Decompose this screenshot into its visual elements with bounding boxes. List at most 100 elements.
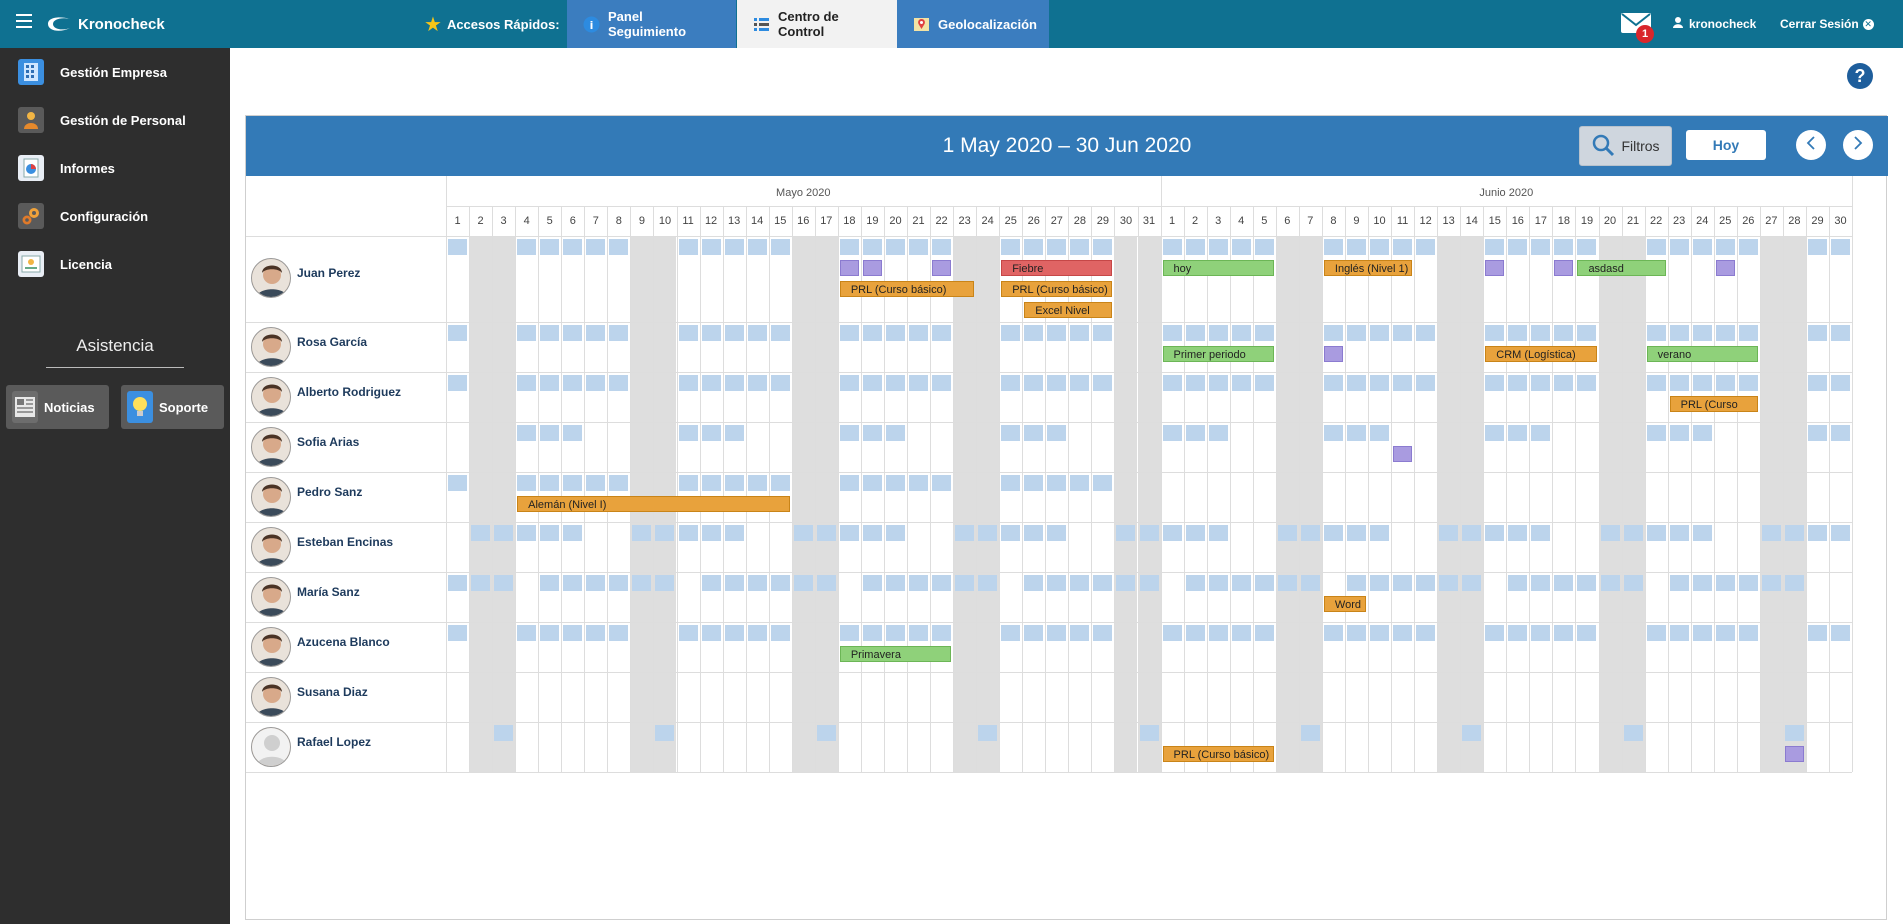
availability-mark[interactable] (1070, 475, 1090, 491)
availability-mark[interactable] (1692, 625, 1712, 641)
availability-mark[interactable] (448, 325, 468, 341)
availability-mark[interactable] (1646, 625, 1666, 641)
availability-mark[interactable] (816, 525, 836, 541)
calendar-event[interactable]: Primer periodo (1162, 346, 1274, 362)
availability-mark[interactable] (1485, 239, 1505, 255)
availability-mark[interactable] (540, 425, 560, 441)
availability-mark[interactable] (862, 475, 882, 491)
availability-mark[interactable] (1807, 325, 1827, 341)
absence-mark[interactable] (862, 260, 882, 276)
availability-mark[interactable] (678, 325, 698, 341)
calendar-event[interactable]: CRM (Logística) (1485, 346, 1597, 362)
availability-mark[interactable] (1185, 425, 1205, 441)
availability-mark[interactable] (701, 575, 721, 591)
availability-mark[interactable] (1024, 625, 1044, 641)
availability-mark[interactable] (563, 239, 583, 255)
availability-mark[interactable] (1139, 725, 1159, 741)
person-name[interactable]: Sofia Arias (297, 435, 359, 449)
availability-mark[interactable] (770, 375, 790, 391)
availability-mark[interactable] (1738, 325, 1758, 341)
availability-mark[interactable] (517, 525, 537, 541)
availability-mark[interactable] (517, 239, 537, 255)
availability-mark[interactable] (1024, 575, 1044, 591)
availability-mark[interactable] (1370, 425, 1390, 441)
help-icon[interactable]: ? (1847, 63, 1873, 89)
availability-mark[interactable] (1784, 725, 1804, 741)
absence-mark[interactable] (1323, 346, 1343, 362)
availability-mark[interactable] (1093, 475, 1113, 491)
availability-mark[interactable] (1600, 575, 1620, 591)
sidebar-item-gestion-empresa[interactable]: Gestión Empresa (0, 50, 230, 94)
availability-mark[interactable] (932, 475, 952, 491)
availability-mark[interactable] (1093, 625, 1113, 641)
availability-mark[interactable] (747, 575, 767, 591)
availability-mark[interactable] (1531, 325, 1551, 341)
availability-mark[interactable] (1831, 425, 1851, 441)
logo[interactable]: Kronocheck (44, 11, 165, 37)
availability-mark[interactable] (1831, 625, 1851, 641)
availability-mark[interactable] (1715, 375, 1735, 391)
person-name[interactable]: Rosa García (297, 335, 367, 349)
availability-mark[interactable] (655, 575, 675, 591)
availability-mark[interactable] (1370, 575, 1390, 591)
availability-mark[interactable] (1738, 625, 1758, 641)
availability-mark[interactable] (632, 575, 652, 591)
availability-mark[interactable] (1715, 575, 1735, 591)
calendar-event[interactable]: Primavera (839, 646, 952, 662)
availability-mark[interactable] (1807, 625, 1827, 641)
availability-mark[interactable] (909, 325, 929, 341)
absence-mark[interactable] (1554, 260, 1574, 276)
availability-mark[interactable] (1623, 525, 1643, 541)
availability-mark[interactable] (1416, 239, 1436, 255)
availability-mark[interactable] (1047, 425, 1067, 441)
availability-mark[interactable] (1531, 375, 1551, 391)
availability-mark[interactable] (1669, 525, 1689, 541)
availability-mark[interactable] (1692, 239, 1712, 255)
availability-mark[interactable] (955, 575, 975, 591)
availability-mark[interactable] (678, 625, 698, 641)
availability-mark[interactable] (770, 239, 790, 255)
availability-mark[interactable] (1024, 475, 1044, 491)
availability-mark[interactable] (1416, 625, 1436, 641)
availability-mark[interactable] (586, 625, 606, 641)
availability-mark[interactable] (862, 625, 882, 641)
availability-mark[interactable] (1185, 575, 1205, 591)
availability-mark[interactable] (862, 425, 882, 441)
availability-mark[interactable] (1047, 575, 1067, 591)
availability-mark[interactable] (1439, 575, 1459, 591)
availability-mark[interactable] (909, 475, 929, 491)
sidebar-item-gestion-personal[interactable]: Gestión de Personal (0, 98, 230, 142)
availability-mark[interactable] (955, 525, 975, 541)
availability-mark[interactable] (540, 325, 560, 341)
person-name[interactable]: Juan Perez (297, 266, 360, 280)
availability-mark[interactable] (1462, 725, 1482, 741)
availability-mark[interactable] (816, 725, 836, 741)
availability-mark[interactable] (747, 475, 767, 491)
sidebar-item-licencia[interactable]: Licencia (0, 242, 230, 286)
availability-mark[interactable] (1646, 325, 1666, 341)
availability-mark[interactable] (1185, 625, 1205, 641)
availability-mark[interactable] (909, 375, 929, 391)
availability-mark[interactable] (1370, 375, 1390, 391)
availability-mark[interactable] (932, 375, 952, 391)
availability-mark[interactable] (655, 525, 675, 541)
availability-mark[interactable] (978, 525, 998, 541)
availability-mark[interactable] (1508, 625, 1528, 641)
availability-mark[interactable] (1669, 375, 1689, 391)
absence-mark[interactable] (1784, 746, 1804, 762)
availability-mark[interactable] (1508, 425, 1528, 441)
availability-mark[interactable] (1139, 575, 1159, 591)
availability-mark[interactable] (1231, 625, 1251, 641)
availability-mark[interactable] (1370, 239, 1390, 255)
person-name[interactable]: Azucena Blanco (297, 635, 390, 649)
availability-mark[interactable] (1831, 375, 1851, 391)
availability-mark[interactable] (517, 375, 537, 391)
availability-mark[interactable] (1554, 625, 1574, 641)
hamburger-menu-icon[interactable] (16, 14, 32, 28)
availability-mark[interactable] (1346, 575, 1366, 591)
availability-mark[interactable] (1070, 239, 1090, 255)
availability-mark[interactable] (1001, 425, 1021, 441)
availability-mark[interactable] (978, 725, 998, 741)
availability-mark[interactable] (724, 239, 744, 255)
availability-mark[interactable] (1323, 375, 1343, 391)
